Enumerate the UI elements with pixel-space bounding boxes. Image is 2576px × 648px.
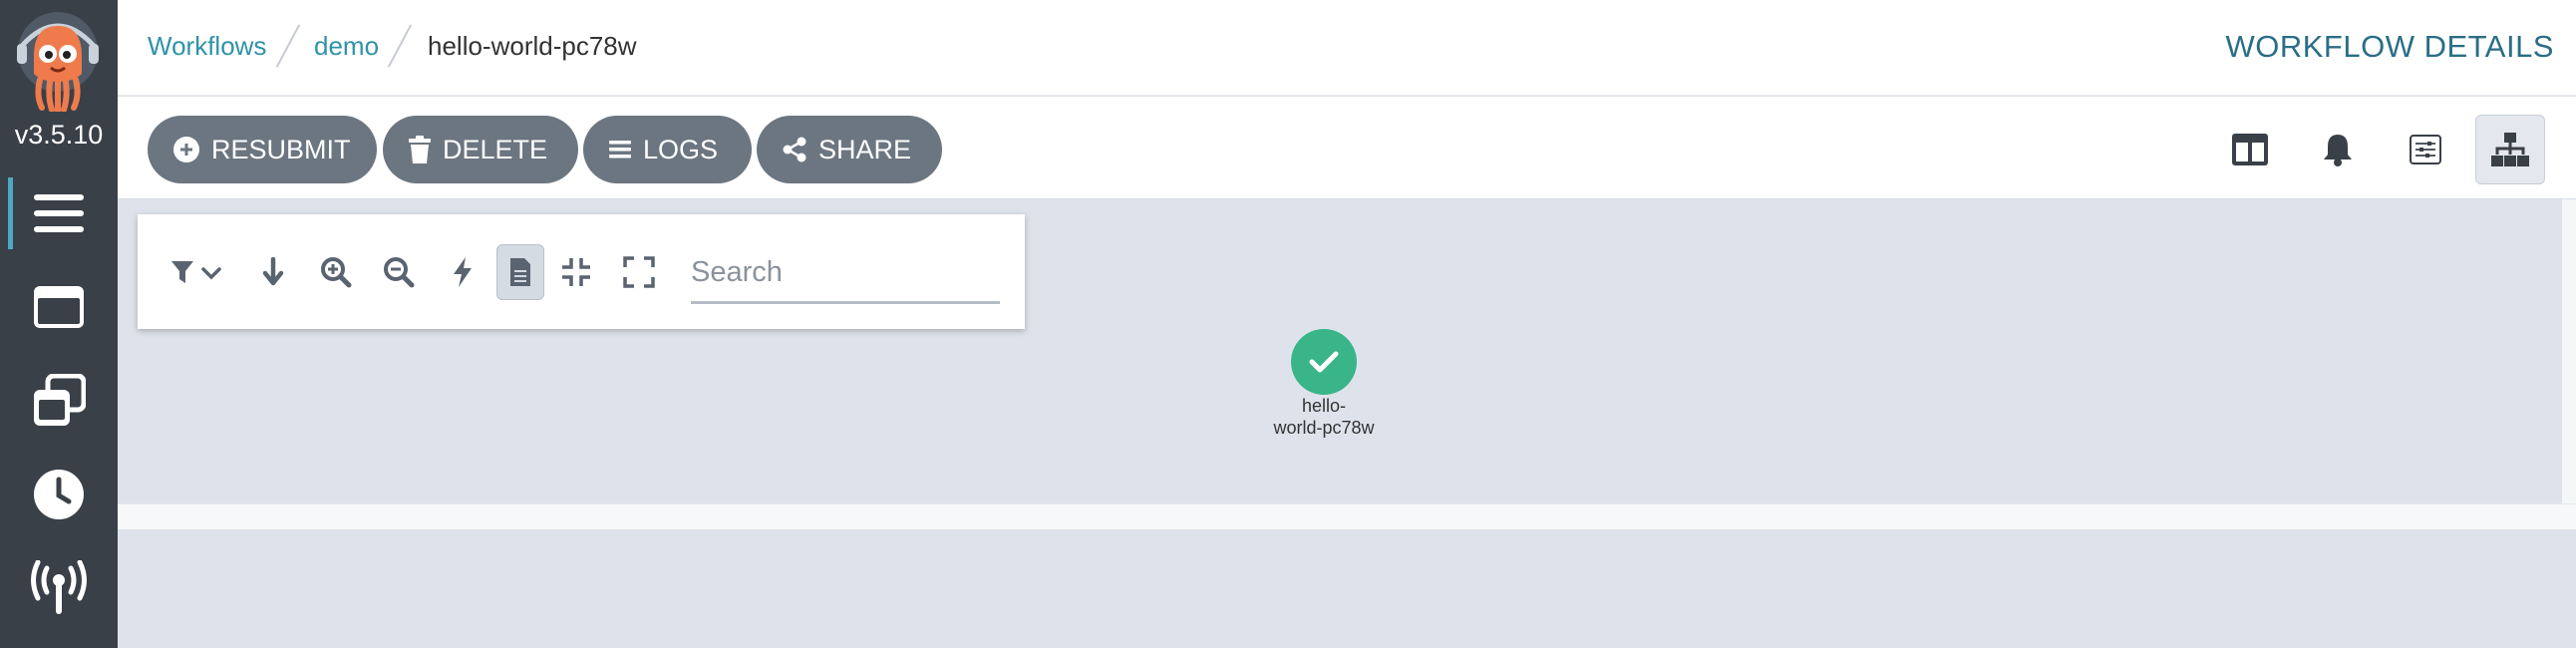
events-view-button[interactable] bbox=[2303, 115, 2373, 184]
bars-icon bbox=[609, 141, 631, 159]
workflow-node-label: hello- world-pc78w bbox=[1244, 395, 1404, 439]
sitemap-icon bbox=[2491, 133, 2529, 166]
sidebar-item-event-sources[interactable] bbox=[0, 548, 118, 628]
breadcrumb-demo[interactable]: demo bbox=[314, 31, 379, 62]
columns-icon bbox=[2232, 134, 2268, 165]
zoom-out-icon bbox=[384, 257, 415, 288]
resubmit-button[interactable]: RESUBMIT bbox=[148, 116, 377, 183]
delete-label: DELETE bbox=[443, 134, 548, 164]
delete-button[interactable]: DELETE bbox=[383, 116, 578, 183]
summary-view-button[interactable] bbox=[2391, 115, 2460, 184]
broadcast-tower-icon bbox=[31, 560, 87, 614]
bolt-icon bbox=[454, 257, 472, 287]
breadcrumb-separator bbox=[387, 24, 413, 68]
search-input[interactable] bbox=[691, 244, 1000, 300]
panel-divider[interactable] bbox=[118, 503, 2576, 529]
expand-icon bbox=[623, 256, 655, 288]
logs-button[interactable]: LOGS bbox=[583, 116, 752, 183]
search-field bbox=[691, 244, 1000, 304]
sidebar: v3.5.10 bbox=[0, 0, 118, 648]
graph-options-panel bbox=[138, 214, 1025, 329]
zoom-out-button[interactable] bbox=[375, 244, 423, 300]
fast-render-button[interactable] bbox=[439, 244, 486, 300]
details-panel bbox=[118, 529, 2576, 648]
sliders-icon bbox=[2410, 135, 2441, 164]
node-label-line: world-pc78w bbox=[1273, 418, 1375, 438]
zoom-in-icon bbox=[321, 257, 352, 288]
share-label: SHARE bbox=[818, 134, 912, 164]
compress-icon bbox=[562, 258, 590, 286]
zoom-in-button[interactable] bbox=[312, 244, 360, 300]
fullscreen-button[interactable] bbox=[615, 244, 663, 300]
file-icon bbox=[510, 258, 530, 286]
window-icon bbox=[34, 286, 84, 328]
filter-dropdown-button[interactable] bbox=[165, 244, 229, 300]
argo-logo[interactable] bbox=[14, 12, 102, 112]
filter-icon bbox=[171, 261, 221, 283]
check-icon bbox=[1309, 351, 1339, 373]
graph-view-button[interactable] bbox=[2475, 115, 2545, 184]
breadcrumb-separator bbox=[275, 24, 301, 68]
breadcrumb-workflows[interactable]: Workflows bbox=[148, 31, 266, 62]
collapse-button[interactable] bbox=[552, 244, 600, 300]
page-title: WORKFLOW DETAILS bbox=[2225, 29, 2554, 64]
sidebar-item-cron-workflows[interactable] bbox=[0, 455, 118, 534]
plus-circle-icon bbox=[173, 137, 199, 162]
share-button[interactable]: SHARE bbox=[757, 116, 942, 183]
version-label: v3.5.10 bbox=[14, 120, 104, 150]
show-artifacts-button[interactable] bbox=[496, 244, 544, 300]
arrow-down-icon bbox=[262, 257, 284, 286]
workflow-node[interactable] bbox=[1291, 329, 1357, 395]
bell-icon bbox=[2324, 135, 2352, 166]
share-icon bbox=[783, 137, 806, 162]
breadcrumb-current: hello-world-pc78w bbox=[428, 31, 637, 61]
sidebar-item-workflows[interactable] bbox=[0, 173, 118, 253]
trash-icon bbox=[409, 136, 431, 163]
logs-label: LOGS bbox=[643, 134, 719, 164]
page-header: Workflows demo hello-world-pc78w WORKFLO… bbox=[118, 0, 2576, 96]
bars-icon bbox=[34, 194, 84, 232]
graph-scroll-edge bbox=[2562, 199, 2576, 503]
download-button[interactable] bbox=[249, 244, 297, 300]
resubmit-label: RESUBMIT bbox=[211, 134, 351, 164]
action-toolbar: RESUBMIT DELETE LOGS SHARE bbox=[118, 97, 2576, 199]
node-label-line: hello- bbox=[1301, 396, 1347, 416]
clock-icon bbox=[34, 470, 84, 519]
sidebar-item-cluster-templates[interactable] bbox=[0, 361, 118, 441]
copy-icon bbox=[34, 374, 86, 426]
sidebar-item-templates[interactable] bbox=[0, 267, 118, 347]
split-view-button[interactable] bbox=[2215, 115, 2285, 184]
